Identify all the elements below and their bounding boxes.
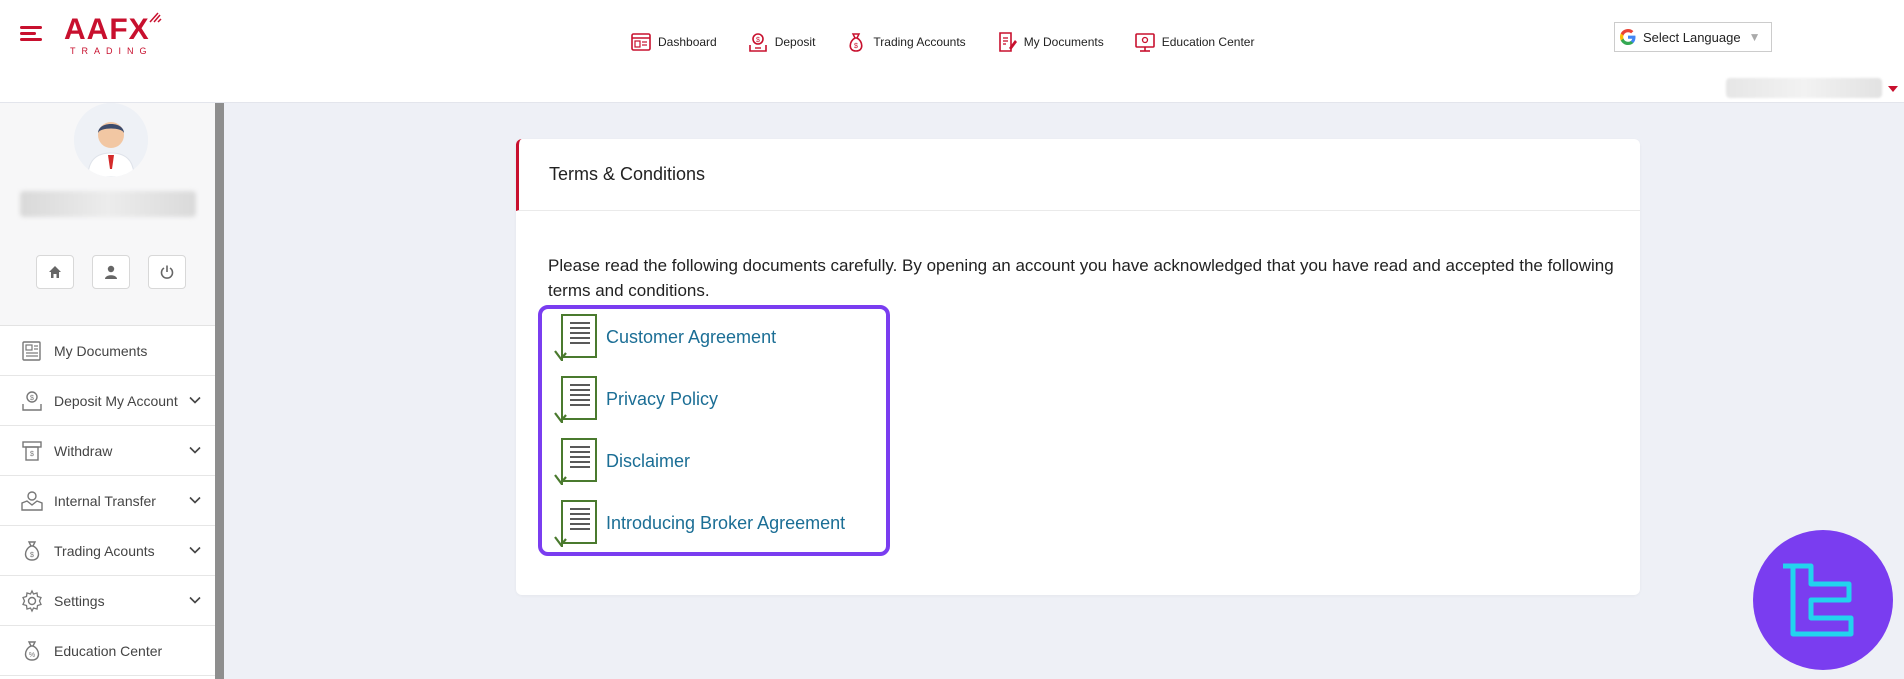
monitor-icon [1134,33,1155,52]
sidebar-item-education-center[interactable]: % Education Center [0,626,215,676]
svg-text:%: % [29,652,35,659]
document-link-label: Disclaimer [606,450,691,471]
gear-icon [22,589,42,612]
education-icon: % [24,640,40,661]
transfer-icon [21,490,43,511]
top-bar: AAFX TRADING Dashboard $ Deposit $ Tradi… [0,0,1904,103]
nav-trading-accounts[interactable]: $ Trading Accounts [845,31,966,53]
sidebar-item-deposit-my-account[interactable]: $ Deposit My Account [0,376,215,426]
sidebar-item-label: Internal Transfer [54,492,156,509]
user-icon [105,265,117,279]
sidebar-item-settings[interactable]: Settings [0,576,215,626]
avatar [74,103,148,177]
deposit-icon: $ [748,33,767,52]
nav-education-center[interactable]: Education Center [1134,31,1255,53]
document-check-icon [554,376,597,423]
aafx-logo[interactable]: AAFX TRADING [64,12,174,62]
document-check-icon [554,438,597,485]
nav-dashboard-label: Dashboard [658,35,717,49]
document-link-introducing-broker-agreement[interactable]: Introducing Broker Agreement [552,497,845,549]
sidebar-item-label: Withdraw [54,442,113,459]
svg-text:$: $ [30,451,34,458]
power-icon [160,265,174,279]
watermark-badge [1753,530,1893,670]
document-link-customer-agreement[interactable]: Customer Agreement [552,311,776,363]
top-nav: Dashboard $ Deposit $ Trading Accounts M… [630,30,1254,54]
sidebar-item-label: My Documents [54,342,148,359]
withdraw-icon: $ [22,440,42,461]
document-check-icon [554,500,597,547]
profile-actions [36,255,186,289]
nav-deposit[interactable]: $ Deposit [747,31,816,53]
sidebar-item-withdraw[interactable]: $ Withdraw [0,426,215,476]
chevron-down-icon [189,446,201,454]
nav-trading-accounts-label: Trading Accounts [873,35,966,49]
home-icon [49,266,61,278]
sidebar-item-my-documents[interactable]: My Documents [0,326,215,376]
menu-toggle-icon[interactable] [20,26,42,42]
sidebar-item-label: Education Center [54,642,163,659]
nav-my-documents-label: My Documents [1023,35,1104,49]
nav-deposit-label: Deposit [774,35,816,49]
language-select[interactable]: Select Language ▼ [1614,22,1772,52]
document-link-label: Introducing Broker Agreement [606,512,846,533]
svg-text:$: $ [756,37,760,44]
home-button[interactable] [36,255,74,289]
documents-icon [22,340,41,361]
dashboard-icon [631,33,651,51]
chevron-down-icon [189,496,201,504]
google-icon [1620,29,1636,45]
language-select-label: Select Language [1643,29,1741,45]
documents-highlight-box: Customer Agreement Privacy Policy Discla… [538,305,890,556]
nav-education-center-label: Education Center [1161,35,1255,49]
deposit-icon: $ [22,390,42,411]
nav-dashboard[interactable]: Dashboard [630,31,717,53]
sidebar-item-label: Trading Acounts [54,542,155,559]
user-name-redacted[interactable] [1726,78,1882,98]
logo-subtext: TRADING [70,46,153,56]
nav-my-documents[interactable]: My Documents [996,31,1104,53]
sidebar-item-trading-acounts[interactable]: $ Trading Acounts [0,526,215,576]
chevron-down-icon [189,396,201,404]
user-menu-caret-icon[interactable] [1888,86,1898,92]
chevron-down-icon [189,596,201,604]
card-title: Terms & Conditions [516,139,1640,211]
document-check-icon [554,314,597,361]
document-link-privacy-policy[interactable]: Privacy Policy [552,373,718,425]
profile-button[interactable] [92,255,130,289]
tc-logo-icon [1783,563,1854,637]
svg-text:$: $ [30,395,34,402]
terms-card: Terms & Conditions Please read the follo… [516,139,1640,595]
money-bag-icon: $ [24,540,40,561]
sidebar: My Documents $ Deposit My Account $ With… [0,103,224,679]
profile-panel [0,103,215,326]
terms-intro-text: Please read the following documents care… [548,256,1614,300]
document-link-disclaimer[interactable]: Disclaimer [552,435,690,487]
document-link-label: Customer Agreement [606,326,777,347]
sidebar-item-label: Settings [54,592,105,609]
language-caret: ▼ [1748,30,1761,44]
sidebar-item-label: Deposit My Account [54,392,178,409]
svg-text:$: $ [30,552,34,559]
sidebar-menu: My Documents $ Deposit My Account $ With… [0,326,215,676]
logo-antenna-icon [149,12,162,23]
logout-button[interactable] [148,255,186,289]
document-link-label: Privacy Policy [606,388,719,409]
money-bag-icon: $ [849,33,863,52]
user-avatar-icon [74,103,148,177]
svg-text:$: $ [854,43,858,50]
chevron-down-icon [189,546,201,554]
profile-name-redacted [20,191,196,217]
document-edit-icon [998,32,1017,52]
sidebar-item-internal-transfer[interactable]: Internal Transfer [0,476,215,526]
